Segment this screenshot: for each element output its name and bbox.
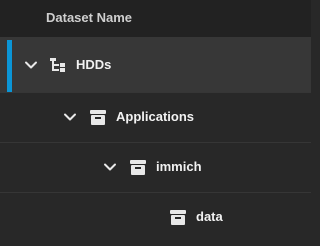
dataset-icon [129,158,147,176]
pool-tree-icon [49,56,67,74]
dataset-icon [89,108,107,126]
dataset-tree: Dataset Name HDDs Applications immich da… [0,0,311,246]
chevron-down-icon[interactable] [103,160,117,174]
tree-row-data[interactable]: data [0,193,311,246]
selected-indicator [7,40,12,92]
tree-row-hdds[interactable]: HDDs [0,37,311,93]
chevron-down-icon[interactable] [63,110,77,124]
tree-header: Dataset Name [0,0,311,37]
tree-row-immich[interactable]: immich [0,143,311,193]
column-header-dataset-name[interactable]: Dataset Name [46,10,132,25]
chevron-down-icon[interactable] [24,58,38,72]
tree-row-applications[interactable]: Applications [0,93,311,143]
dataset-icon [169,208,187,226]
tree-row-label: HDDs [76,57,112,72]
tree-row-label: immich [156,159,202,174]
tree-row-label: data [196,209,223,224]
tree-row-label: Applications [116,109,195,124]
